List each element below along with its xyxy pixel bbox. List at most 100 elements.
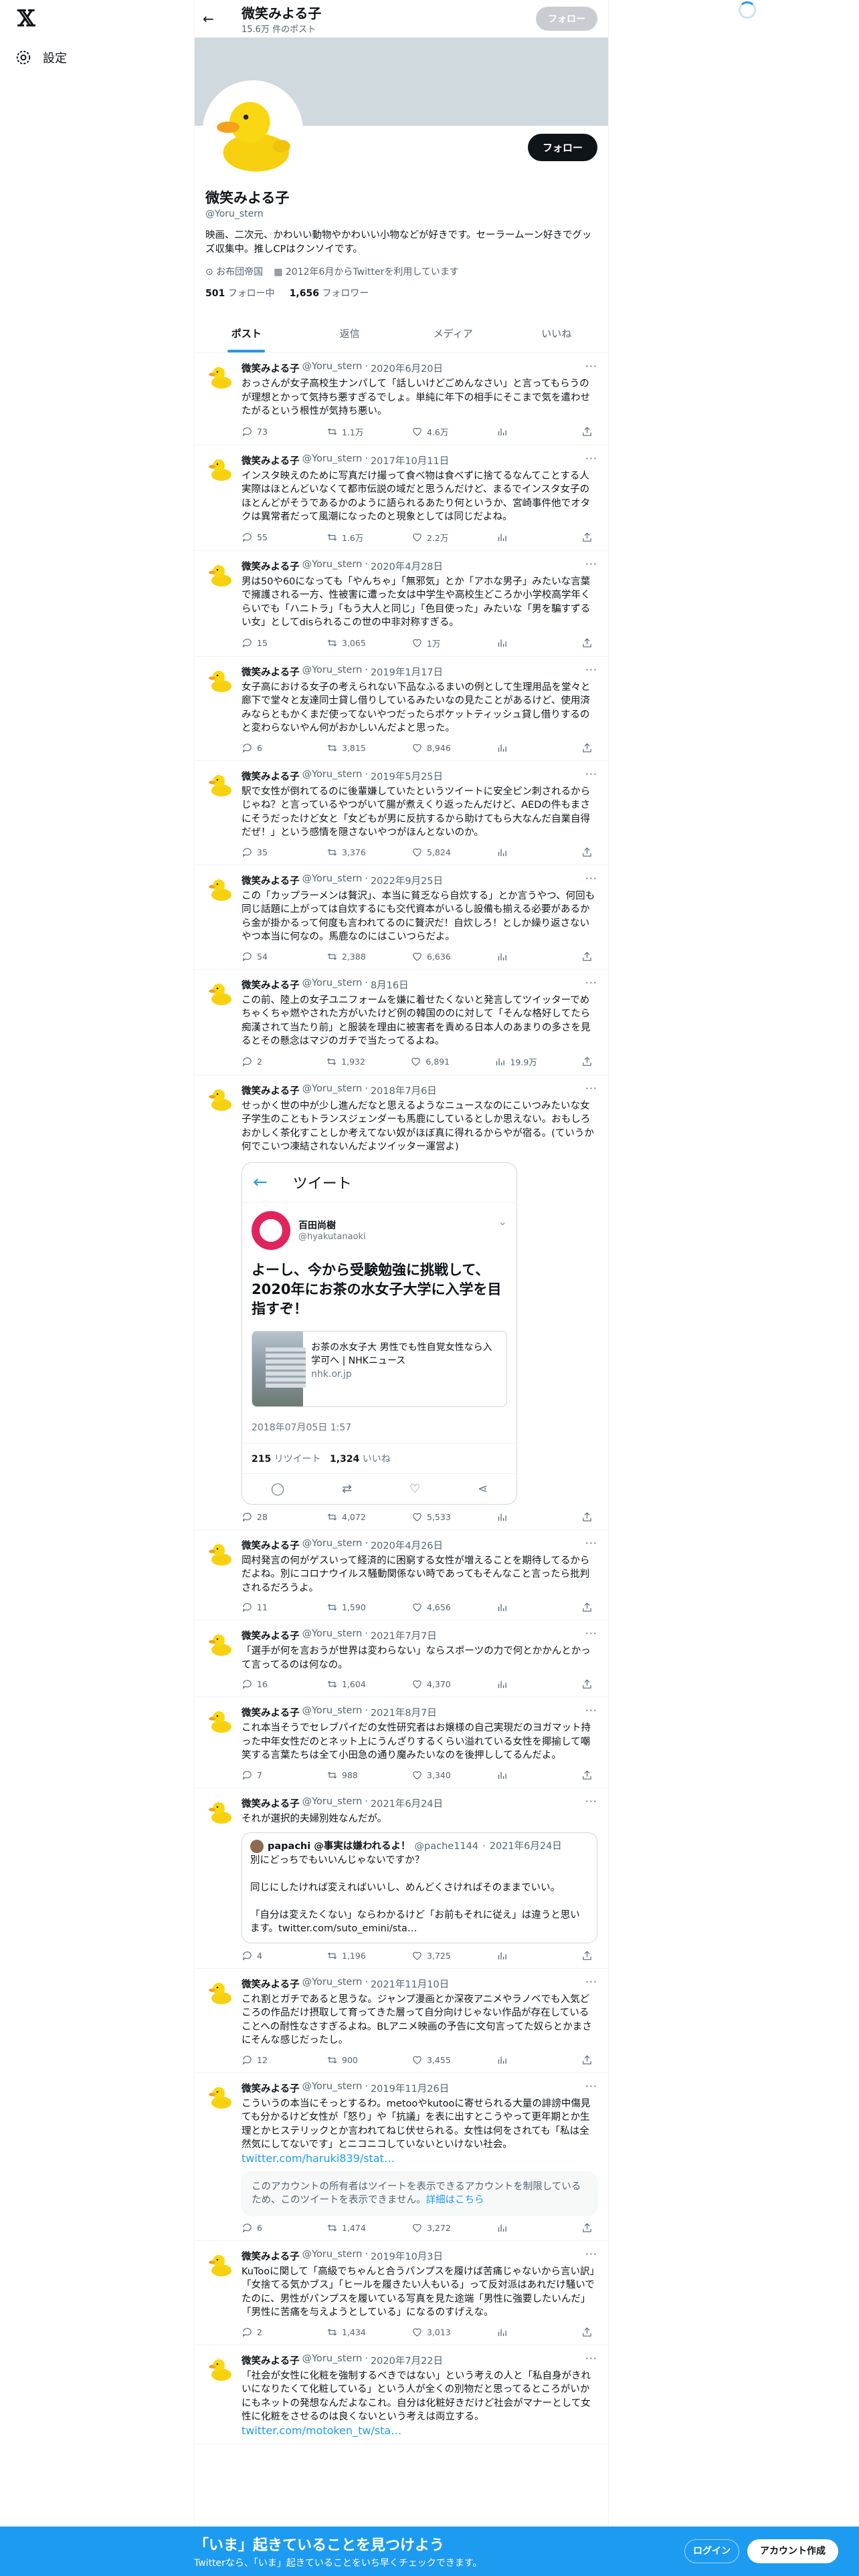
tweet-avatar[interactable] [205, 2080, 235, 2111]
tweet-date[interactable]: 2019年10月3日 [371, 2249, 443, 2263]
following-stat[interactable]: 501 フォロー中 [205, 286, 275, 300]
tweet[interactable]: 微笑みよる子 @Yoru_stern · 2020年7月22日 「社会が女性に化粧を強制… [195, 2345, 608, 2444]
tweet[interactable]: 微笑みよる子 @Yoru_stern · 2017年10月11日 インスタ映えのために写… [195, 445, 608, 551]
views-button[interactable] [496, 1511, 537, 1523]
tweet[interactable]: 微笑みよる子 @Yoru_stern · 2020年4月28日 男は50や60になっても… [195, 551, 608, 657]
tweet[interactable]: 微笑みよる子 @Yoru_stern · 2022年9月25日 この「カップラーメンは贅… [195, 865, 608, 970]
tweet-avatar[interactable] [205, 1537, 235, 1568]
share-button[interactable] [581, 1602, 595, 1613]
more-options-icon[interactable]: ··· [585, 2080, 597, 2092]
tweet-date[interactable]: 2017年10月11日 [371, 453, 449, 467]
x-logo-icon[interactable]: 𝕏 [17, 5, 44, 32]
more-options-icon[interactable]: ··· [585, 360, 597, 372]
retweet-button[interactable]: 1.6万 [326, 531, 367, 544]
tweet[interactable]: 微笑みよる子 @Yoru_stern · 2019年5月25日 駅で女性が倒れてるのに後… [195, 761, 608, 865]
more-options-icon[interactable]: ··· [585, 1975, 597, 1988]
more-options-icon[interactable]: ··· [585, 1082, 597, 1095]
like-button[interactable]: 3,725 [411, 1950, 452, 1961]
tweet[interactable]: 微笑みよる子 @Yoru_stern · 2020年4月26日 岡村発言の何がゲスいって… [195, 1530, 608, 1620]
more-options-icon[interactable]: ··· [585, 452, 597, 465]
more-options-icon[interactable]: ··· [585, 1537, 597, 1549]
reply-button[interactable]: 2 [242, 1055, 282, 1068]
more-options-icon[interactable]: ··· [585, 2352, 597, 2365]
tweet[interactable]: 微笑みよる子 @Yoru_stern · 2021年11月10日 これ割とガチであると思… [195, 1969, 608, 2073]
tweet-date[interactable]: 2021年11月10日 [371, 1977, 449, 1991]
tweet-avatar[interactable] [205, 1083, 235, 1113]
like-button[interactable]: 5,533 [411, 1511, 452, 1523]
share-button[interactable] [581, 1769, 595, 1781]
reply-button[interactable]: 54 [242, 951, 282, 962]
tweet[interactable]: 微笑みよる子 @Yoru_stern · 2020年6月20日 おっさんが女子高校生ナン… [195, 353, 608, 445]
like-button[interactable]: 4,656 [411, 1602, 452, 1613]
tweet-date[interactable]: 2020年4月28日 [371, 559, 443, 573]
like-button[interactable]: 6,636 [411, 951, 452, 962]
back-arrow-icon[interactable]: ← [203, 11, 221, 27]
share-button[interactable] [581, 425, 595, 438]
tweet-avatar[interactable] [205, 1796, 235, 1826]
share-button[interactable] [581, 531, 595, 544]
more-options-icon[interactable]: ··· [585, 558, 597, 570]
reply-button[interactable]: 55 [242, 531, 282, 544]
reply-button[interactable]: 28 [242, 1511, 282, 1523]
tweet[interactable]: 微笑みよる子 @Yoru_stern · 2019年1月17日 女子高における女子の考え… [195, 657, 608, 761]
tweet-date[interactable]: 8月16日 [371, 978, 409, 992]
notice-link[interactable]: 詳細はこちら [426, 2195, 484, 2206]
follow-button[interactable]: フォロー [527, 134, 597, 161]
like-button[interactable]: 3,272 [411, 2222, 452, 2234]
tweet-date[interactable]: 2020年6月20日 [371, 361, 443, 375]
share-button[interactable] [581, 1679, 595, 1690]
share-button[interactable] [581, 2327, 595, 2338]
tweet[interactable]: 微笑みよる子 @Yoru_stern · 2019年10月3日 KuTooに関して「高級… [195, 2241, 608, 2345]
views-button[interactable] [496, 637, 537, 649]
tweet-date[interactable]: 2021年7月7日 [371, 1628, 437, 1642]
like-button[interactable]: 8,946 [411, 742, 452, 754]
retweet-button[interactable]: 1,932 [326, 1055, 366, 1068]
tweet-link[interactable]: twitter.com/motoken_tw/sta… [242, 2424, 597, 2437]
share-button[interactable] [581, 2054, 595, 2066]
reply-button[interactable]: 35 [242, 847, 282, 858]
signup-button[interactable]: アカウント作成 [747, 2539, 838, 2563]
like-button[interactable]: 4,370 [411, 1679, 452, 1690]
views-button[interactable] [496, 1950, 537, 1961]
reply-button[interactable]: 12 [242, 2054, 282, 2066]
share-button[interactable] [581, 1511, 595, 1523]
tweet-date[interactable]: 2020年4月26日 [371, 1538, 443, 1552]
views-button[interactable] [496, 2054, 537, 2066]
profile-avatar[interactable] [203, 80, 303, 181]
tweet-date[interactable]: 2020年7月22日 [371, 2353, 443, 2367]
views-button[interactable] [496, 742, 537, 754]
reply-button[interactable]: 11 [242, 1602, 282, 1613]
tweet[interactable]: 微笑みよる子 @Yoru_stern · 2019年11月26日 こういうの本当にそっと… [195, 2073, 608, 2241]
tweet-avatar[interactable] [205, 453, 235, 483]
views-button[interactable] [496, 2327, 537, 2338]
retweet-button[interactable]: 1,196 [326, 1950, 367, 1961]
reply-button[interactable]: 7 [242, 1769, 282, 1781]
tweet-avatar[interactable] [205, 873, 235, 903]
retweet-button[interactable]: 1,590 [326, 1602, 367, 1613]
reply-button[interactable]: 15 [242, 637, 282, 649]
reply-button[interactable]: 6 [242, 742, 282, 754]
views-button[interactable] [496, 951, 537, 962]
retweet-button[interactable]: 2,388 [326, 951, 367, 962]
retweet-button[interactable]: 1,604 [326, 1679, 367, 1690]
tab-media[interactable]: メディア [401, 314, 505, 352]
tweet-date[interactable]: 2019年1月17日 [371, 665, 443, 679]
login-button[interactable]: ログイン [684, 2539, 739, 2563]
followers-stat[interactable]: 1,656 フォロワー [290, 286, 369, 300]
tweet-avatar[interactable] [205, 558, 235, 588]
more-options-icon[interactable]: ··· [585, 663, 597, 676]
tweet-date[interactable]: 2019年5月25日 [371, 769, 443, 783]
tweet-date[interactable]: 2018年7月6日 [371, 1083, 437, 1097]
more-options-icon[interactable]: ··· [585, 1627, 597, 1640]
like-button[interactable]: 3,013 [411, 2327, 452, 2338]
retweet-button[interactable]: 4,072 [326, 1511, 367, 1523]
share-button[interactable] [581, 1950, 595, 1961]
share-button[interactable] [581, 847, 595, 858]
nav-settings[interactable]: 設定 [15, 43, 67, 72]
retweet-button[interactable]: 3,376 [326, 847, 367, 858]
tweet-link[interactable]: twitter.com/haruki839/stat… [242, 2152, 597, 2165]
tweet-avatar[interactable] [205, 1976, 235, 2006]
tweet[interactable]: 微笑みよる子 @Yoru_stern · 2021年7月7日 「選手が何を言おうが世界は… [195, 1620, 608, 1697]
share-button[interactable] [581, 951, 595, 962]
views-button[interactable] [496, 1679, 537, 1690]
